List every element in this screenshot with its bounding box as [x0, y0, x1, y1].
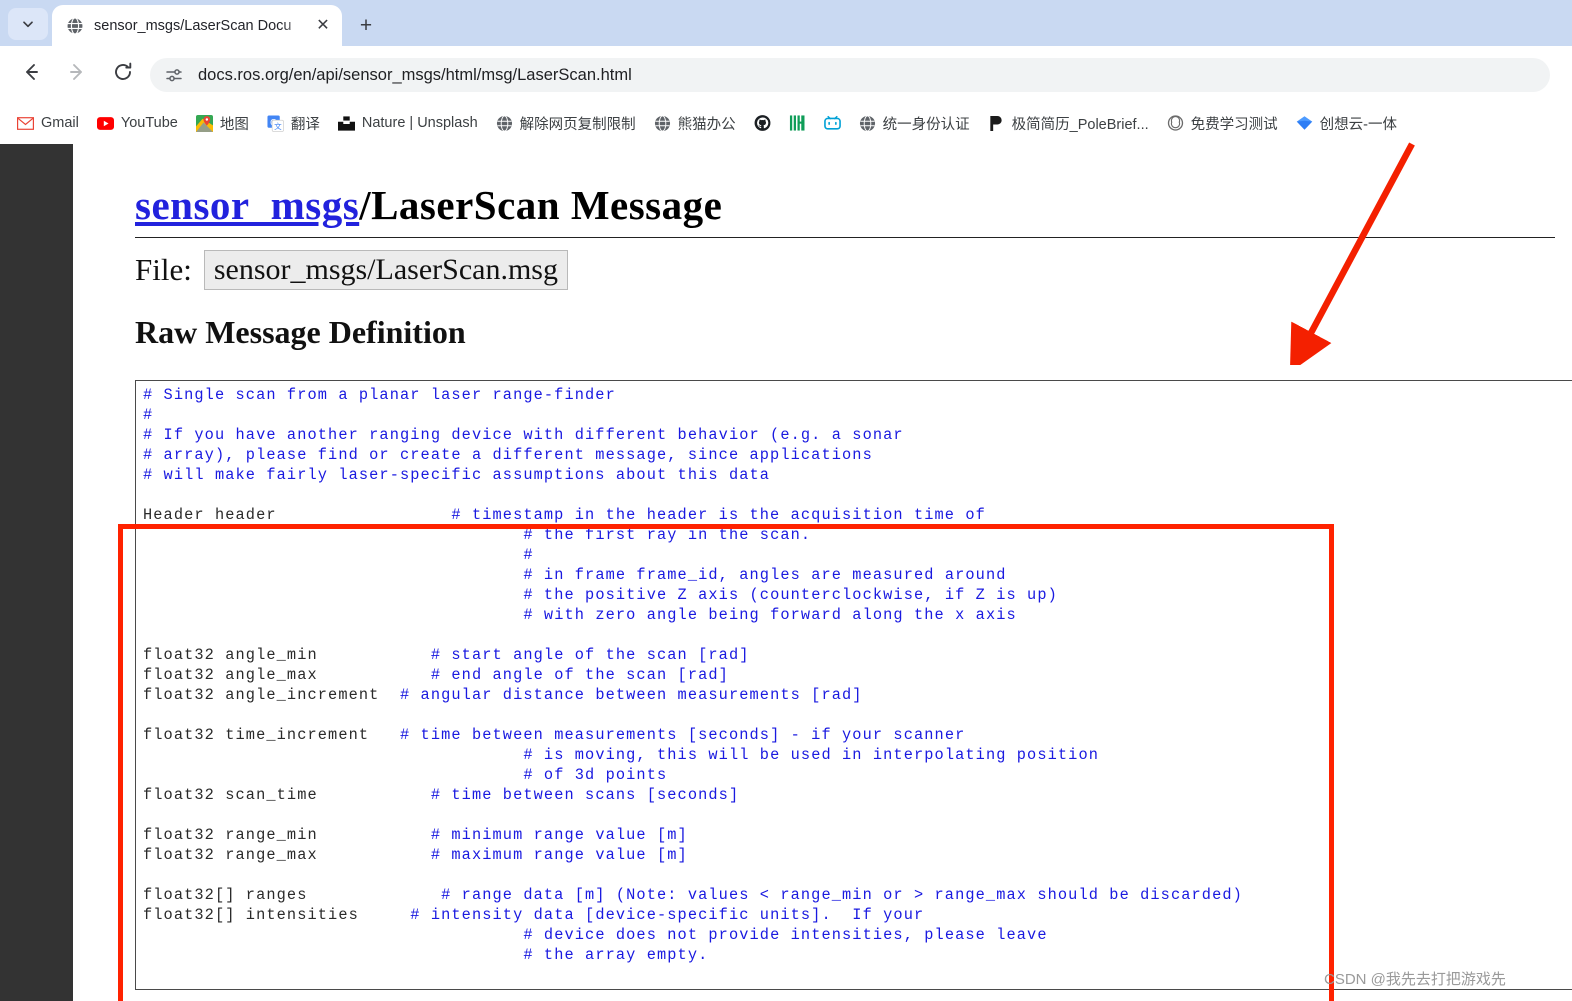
bookmark-unlock-copy[interactable]: 解除网页复制限制	[489, 109, 643, 137]
browser-window: sensor_msgs/LaserScan Docu ✕ + docs.ros.…	[0, 0, 1572, 1001]
forward-button[interactable]	[60, 57, 94, 91]
page-title-rest: /LaserScan Message	[359, 182, 723, 229]
new-tab-button[interactable]: +	[352, 11, 380, 39]
bookmark-free-study-test[interactable]: 免费学习测试	[1160, 109, 1285, 137]
unsplash-icon	[337, 115, 355, 132]
github-icon	[754, 115, 771, 132]
raw-message-definition-codeblock: # Single scan from a planar laser range-…	[135, 380, 1572, 990]
address-bar-url: docs.ros.org/en/api/sensor_msgs/html/msg…	[198, 65, 632, 84]
bookmark-github[interactable]	[747, 109, 778, 137]
left-dark-rail	[0, 144, 73, 1001]
arrow-right-icon	[66, 61, 88, 88]
bookmark-label: 解除网页复制限制	[519, 116, 636, 133]
bookmark-unified-auth[interactable]: 统一身份认证	[852, 109, 977, 137]
globe-icon	[66, 16, 84, 35]
tune-sliders-icon[interactable]	[164, 65, 184, 85]
file-name: sensor_msgs/LaserScan.msg	[203, 250, 568, 290]
polebrief-icon	[988, 115, 1005, 132]
chevron-down-icon	[21, 17, 35, 31]
globe-icon	[496, 114, 513, 132]
bookmark-gmail[interactable]: Gmail	[10, 109, 86, 137]
bookmark-label: 熊猫办公	[677, 116, 736, 133]
page-viewport: sensor_msgs/LaserScan Message File: sens…	[0, 144, 1572, 1001]
bookmarks-bar: Gmail YouTube 地图 文 翻译 Nature | Unsplash …	[0, 102, 1572, 144]
bookmark-label: 翻译	[290, 116, 320, 133]
bookmark-label: Gmail	[41, 115, 79, 131]
reload-button[interactable]	[106, 57, 140, 91]
bookmark-label: 极简简历_PoleBrief...	[1011, 116, 1149, 133]
bookmark-unsplash[interactable]: Nature | Unsplash	[331, 109, 485, 137]
globe-icon	[654, 114, 671, 132]
gmail-icon	[17, 115, 34, 132]
address-bar[interactable]: docs.ros.org/en/api/sensor_msgs/html/msg…	[150, 58, 1550, 92]
google-translate-icon: G 文	[267, 114, 284, 132]
bookmark-label: 免费学习测试	[1190, 116, 1278, 133]
bookmark-green-bars[interactable]	[782, 109, 813, 137]
back-button[interactable]	[14, 57, 48, 91]
bookmark-translate[interactable]: G 文 翻译	[260, 109, 327, 137]
bookmark-polebrief[interactable]: 极简简历_PoleBrief...	[981, 109, 1156, 137]
google-maps-icon	[195, 114, 213, 132]
code-text: # Single scan from a planar laser range-…	[143, 386, 1243, 964]
svg-text:文: 文	[274, 121, 282, 131]
bookmark-youtube[interactable]: YouTube	[90, 109, 185, 137]
close-icon[interactable]: ✕	[312, 15, 334, 37]
tab-search-button[interactable]	[8, 8, 48, 40]
bookmark-label: 统一身份认证	[882, 116, 970, 133]
chuangxiangyun-icon	[1296, 115, 1313, 132]
tab-title: sensor_msgs/LaserScan Docu	[94, 17, 292, 34]
bilibili-icon	[823, 115, 841, 132]
bookmark-label: YouTube	[120, 115, 178, 131]
tab-strip: sensor_msgs/LaserScan Docu ✕ +	[0, 0, 1572, 46]
reload-icon	[112, 61, 134, 88]
globe-icon	[859, 114, 876, 132]
bookmark-maps[interactable]: 地图	[189, 109, 256, 137]
openai-icon	[1167, 115, 1184, 132]
youtube-icon	[96, 115, 114, 132]
csdn-watermark: CSDN @我先去打把游戏先	[1324, 971, 1506, 988]
bookmark-panda-office[interactable]: 熊猫办公	[647, 109, 743, 137]
bookmark-label: 地图	[219, 116, 249, 133]
bars-green-icon	[789, 115, 806, 132]
file-label: File:	[135, 252, 192, 287]
bookmark-label: Nature | Unsplash	[361, 115, 478, 131]
file-line: File: sensor_msgs/LaserScan.msg	[135, 250, 568, 290]
bookmark-chuangxiangyun[interactable]: 创想云-一体	[1289, 109, 1404, 137]
page-title-link[interactable]: sensor_msgs	[135, 182, 359, 228]
bookmark-label: 创想云-一体	[1319, 116, 1397, 133]
page-title: sensor_msgs/LaserScan Message	[135, 181, 1555, 239]
arrow-left-icon	[20, 61, 42, 88]
section-heading: Raw Message Definition	[135, 314, 466, 350]
bookmark-bilibili[interactable]	[817, 109, 848, 137]
browser-tab[interactable]: sensor_msgs/LaserScan Docu ✕	[52, 5, 342, 46]
